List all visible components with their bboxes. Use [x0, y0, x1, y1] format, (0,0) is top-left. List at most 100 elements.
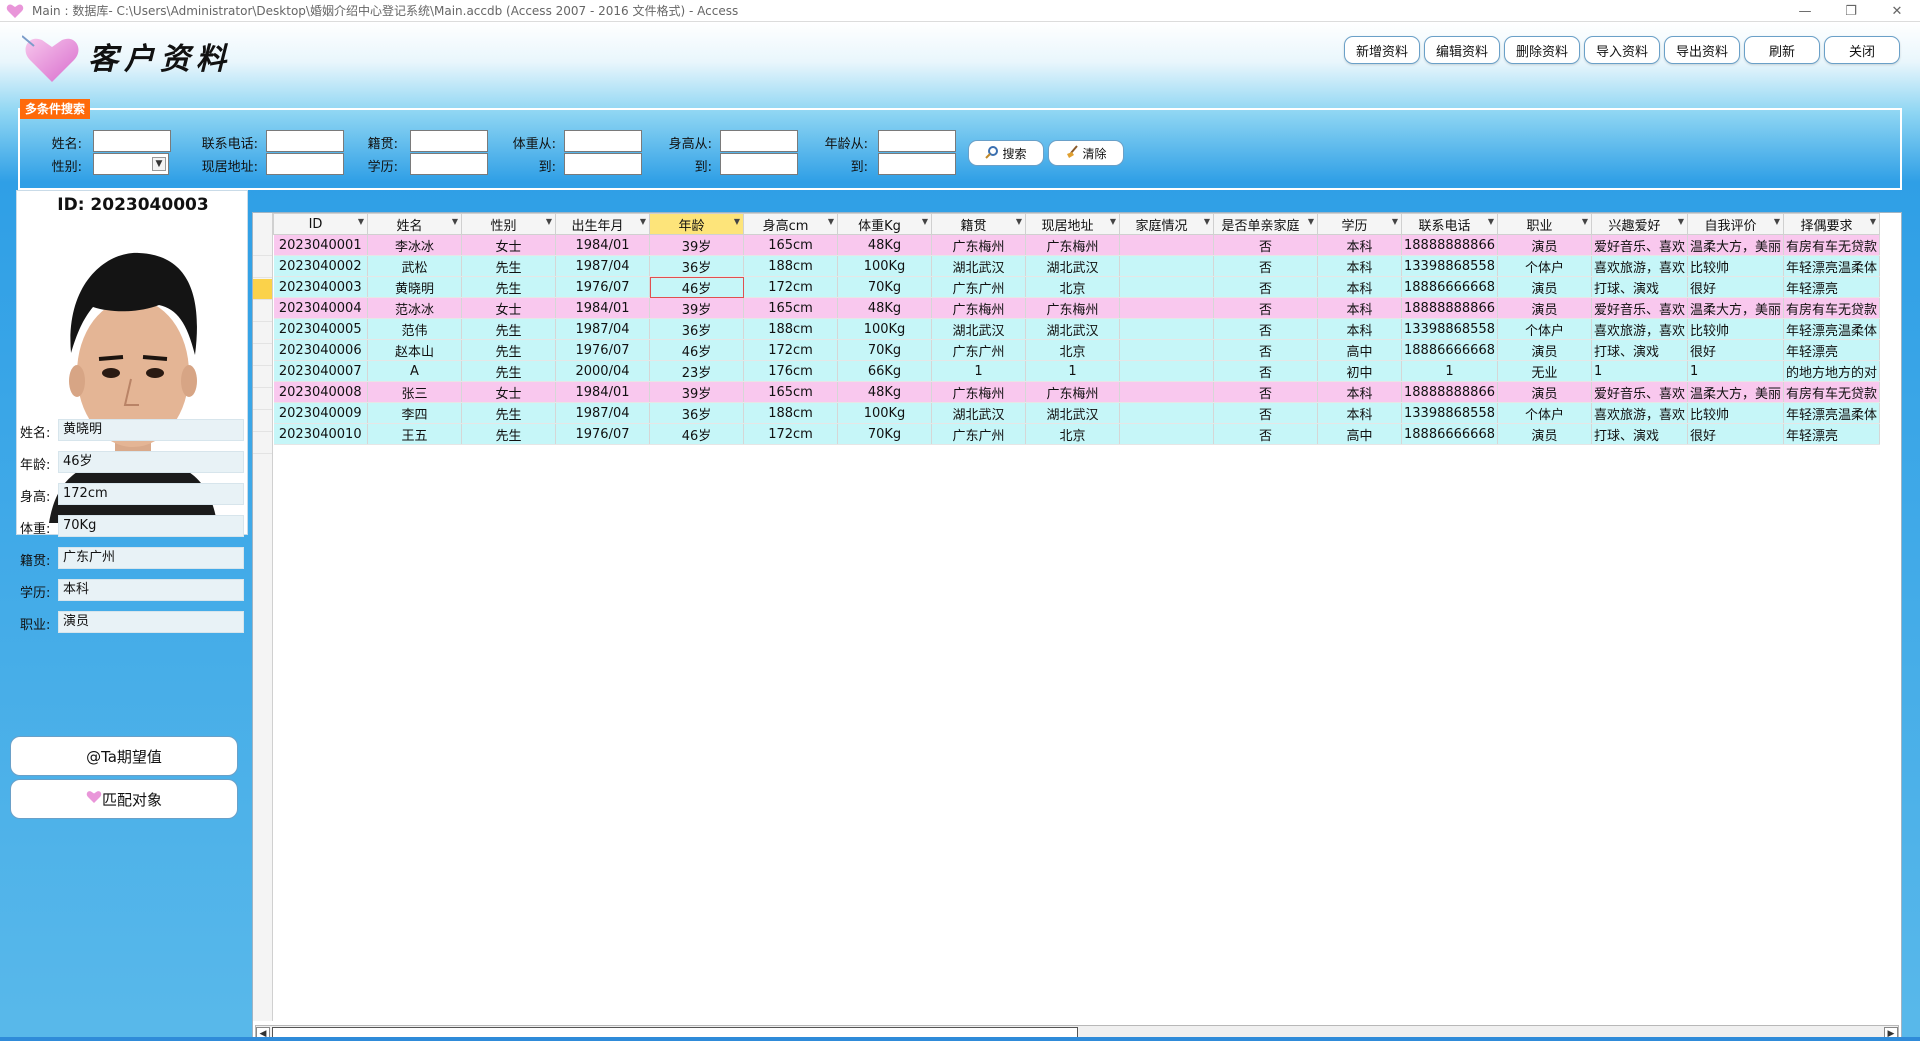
table-cell[interactable]: 年轻漂亮温柔体: [1783, 402, 1881, 424]
table-cell[interactable]: 2023040010: [273, 423, 368, 445]
table-cell[interactable]: 2000/04: [555, 360, 650, 382]
table-cell[interactable]: 否: [1213, 255, 1318, 277]
table-cell[interactable]: 39岁: [649, 234, 744, 256]
table-cell[interactable]: 188cm: [743, 255, 838, 277]
table-cell[interactable]: 2023040007: [273, 360, 368, 382]
table-cell[interactable]: 48Kg: [837, 234, 932, 256]
column-header[interactable]: 是否单亲家庭 ▼: [1213, 213, 1318, 235]
table-cell[interactable]: 范伟: [367, 318, 462, 340]
table-cell[interactable]: 年轻漂亮: [1783, 423, 1881, 445]
table-cell[interactable]: 黄晓明: [367, 276, 462, 298]
table-cell[interactable]: 广东梅州: [931, 297, 1026, 319]
table-cell[interactable]: 172cm: [743, 276, 838, 298]
table-cell[interactable]: 165cm: [743, 234, 838, 256]
table-cell[interactable]: 48Kg: [837, 297, 932, 319]
table-cell[interactable]: 年轻漂亮: [1783, 339, 1881, 361]
table-cell[interactable]: 2023040002: [273, 255, 368, 277]
column-filter-icon[interactable]: ▼: [922, 217, 928, 226]
table-cell[interactable]: 湖北武汉: [931, 318, 1026, 340]
table-cell[interactable]: 1: [1687, 360, 1785, 382]
column-filter-icon[interactable]: ▼: [1488, 217, 1494, 226]
table-cell[interactable]: [1119, 255, 1214, 277]
table-cell[interactable]: 48Kg: [837, 381, 932, 403]
table-cell[interactable]: 否: [1213, 339, 1318, 361]
table-cell[interactable]: 广东广州: [931, 276, 1026, 298]
table-cell[interactable]: 演员: [1497, 234, 1592, 256]
column-filter-icon[interactable]: ▼: [1110, 217, 1116, 226]
table-cell[interactable]: 演员: [1497, 381, 1592, 403]
table-cell[interactable]: 否: [1213, 234, 1318, 256]
table-cell[interactable]: 很好: [1687, 423, 1785, 445]
table-cell[interactable]: 2023040005: [273, 318, 368, 340]
detail-name-value[interactable]: 黄晓明: [58, 419, 244, 441]
table-cell[interactable]: 广东广州: [931, 339, 1026, 361]
search-weight-from-input[interactable]: [564, 130, 642, 152]
table-cell[interactable]: 先生: [461, 276, 556, 298]
column-header[interactable]: 职业 ▼: [1496, 213, 1592, 235]
table-cell[interactable]: 本科: [1317, 234, 1402, 256]
table-cell[interactable]: 广东梅州: [931, 234, 1026, 256]
table-cell[interactable]: 18888888866: [1401, 381, 1498, 403]
table-cell[interactable]: 否: [1213, 402, 1318, 424]
search-native-input[interactable]: [410, 130, 488, 152]
table-cell[interactable]: 39岁: [649, 381, 744, 403]
table-cell[interactable]: [1119, 402, 1214, 424]
record-selector[interactable]: [253, 433, 272, 454]
table-cell[interactable]: 演员: [1497, 423, 1592, 445]
table-cell[interactable]: 先生: [461, 402, 556, 424]
table-cell[interactable]: 70Kg: [837, 423, 932, 445]
table-cell[interactable]: 年轻漂亮温柔体: [1783, 318, 1881, 340]
table-cell[interactable]: 比较帅: [1687, 402, 1785, 424]
table-cell[interactable]: 18886666668: [1401, 339, 1498, 361]
column-filter-icon[interactable]: ▼: [452, 217, 458, 226]
column-filter-icon[interactable]: ▼: [828, 217, 834, 226]
column-header[interactable]: 出生年月 ▼: [555, 213, 650, 235]
table-cell[interactable]: 年轻漂亮温柔体: [1783, 255, 1881, 277]
table-cell[interactable]: 喜欢旅游，喜欢: [1591, 318, 1689, 340]
table-cell[interactable]: 本科: [1317, 402, 1402, 424]
table-cell[interactable]: 打球、演戏: [1591, 339, 1689, 361]
table-row[interactable]: 2023040002 武松 先生 1987/04 36岁 188cm 100Kg 湖北武汉 湖北…: [273, 255, 1881, 277]
add-record-button[interactable]: 新增资料: [1344, 36, 1420, 64]
column-filter-icon[interactable]: ▼: [1204, 217, 1210, 226]
table-cell[interactable]: 温柔大方，美丽: [1687, 297, 1785, 319]
table-cell[interactable]: 13398868558: [1401, 255, 1498, 277]
table-cell[interactable]: 湖北武汉: [931, 402, 1026, 424]
table-cell[interactable]: 武松: [367, 255, 462, 277]
column-header[interactable]: 择偶要求 ▼: [1783, 213, 1881, 235]
table-cell[interactable]: 2023040001: [273, 234, 368, 256]
restore-button[interactable]: ❐: [1828, 0, 1874, 22]
table-cell[interactable]: 176cm: [743, 360, 838, 382]
table-cell[interactable]: 否: [1213, 423, 1318, 445]
table-cell[interactable]: 172cm: [743, 423, 838, 445]
table-cell[interactable]: 否: [1213, 297, 1318, 319]
table-cell[interactable]: 1987/04: [555, 318, 650, 340]
column-header[interactable]: 籍贯 ▼: [931, 213, 1026, 235]
table-row[interactable]: 2023040007 A 先生 2000/04 23岁 176cm 66Kg 1 1 否初中 1 无业…: [273, 360, 1881, 382]
column-header[interactable]: 联系电话 ▼: [1401, 213, 1498, 235]
table-cell[interactable]: 188cm: [743, 318, 838, 340]
detail-age-value[interactable]: 46岁: [58, 451, 244, 473]
table-cell[interactable]: 1987/04: [555, 402, 650, 424]
table-row[interactable]: 2023040003 黄晓明 先生 1976/07 46岁 172cm 70Kg 广东广州 北京…: [273, 276, 1881, 298]
table-cell[interactable]: 1976/07: [555, 423, 650, 445]
column-header[interactable]: 现居地址 ▼: [1025, 213, 1120, 235]
column-header[interactable]: 性别 ▼: [461, 213, 556, 235]
delete-record-button[interactable]: 删除资料: [1504, 36, 1580, 64]
table-cell[interactable]: 很好: [1687, 339, 1785, 361]
table-cell[interactable]: [1119, 339, 1214, 361]
table-cell[interactable]: 北京: [1025, 339, 1120, 361]
table-cell[interactable]: 1: [931, 360, 1026, 382]
column-header[interactable]: 身高cm ▼: [743, 213, 838, 235]
table-cell[interactable]: 23岁: [649, 360, 744, 382]
table-cell[interactable]: 13398868558: [1401, 318, 1498, 340]
detail-education-value[interactable]: 本科: [58, 579, 244, 601]
chevron-down-icon[interactable]: ▼: [152, 157, 166, 171]
record-selector[interactable]: [253, 257, 272, 278]
column-header[interactable]: 体重Kg ▼: [837, 213, 932, 235]
column-header[interactable]: 自我评价 ▼: [1686, 213, 1785, 235]
table-cell[interactable]: 否: [1213, 360, 1318, 382]
table-cell[interactable]: 湖北武汉: [931, 255, 1026, 277]
table-cell[interactable]: [1119, 297, 1214, 319]
search-button[interactable]: 搜索: [968, 140, 1044, 166]
